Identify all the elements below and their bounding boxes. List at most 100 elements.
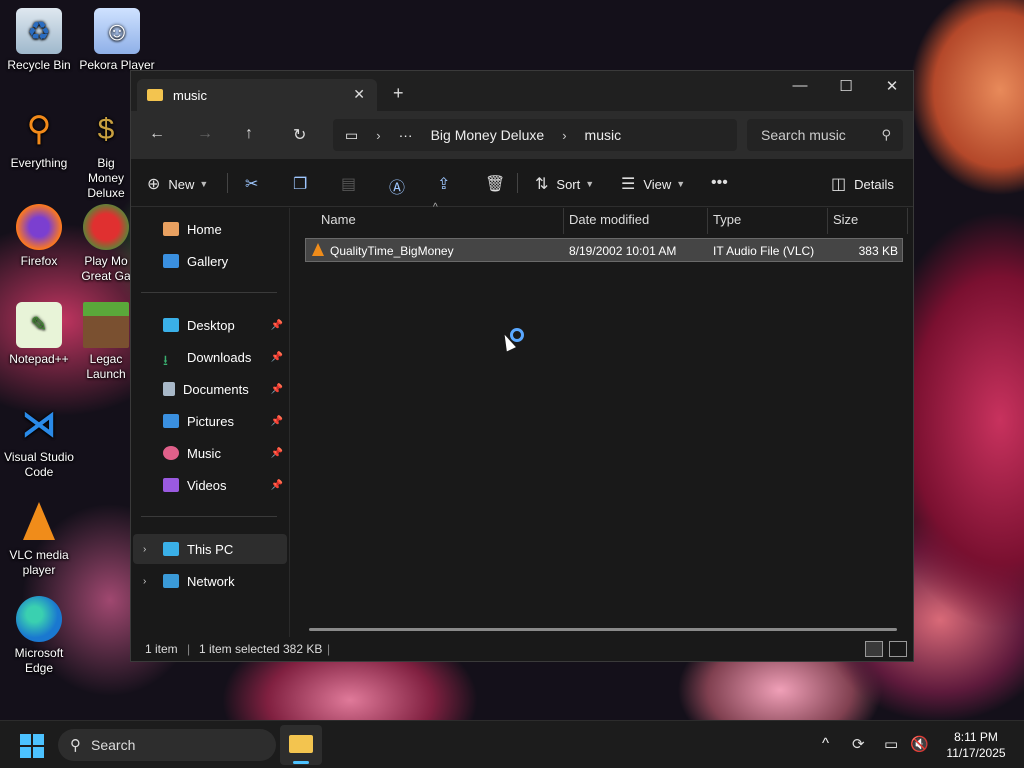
games-icon [83,204,129,250]
maximize-button[interactable]: ☐ [823,77,869,95]
navigation-pane: Home Gallery Desktop 📌 ⭳ Downloads 📌 Doc… [131,208,289,637]
sync-icon[interactable]: ⟳ [852,735,865,753]
pin-icon[interactable]: 📌 [271,320,283,331]
details-pane-icon: ◫ [831,176,847,193]
desktop-icon-pekora-player[interactable]: ☺ Pekora Player [79,8,155,73]
sidebar-item-network[interactable]: › Network [133,566,287,596]
pin-icon[interactable]: 📌 [271,416,283,427]
tab-title: music [173,87,207,103]
notepad-plus-plus-icon: ✎ [16,302,62,348]
new-button[interactable]: ⊕ New ▼ [147,174,208,194]
clipboard-icon: ▤ [341,176,357,193]
firefox-icon [16,204,62,250]
display-icon[interactable]: ▭ [884,735,898,753]
navigation-bar: ← → ↑ ↻ ▭ › ··· Big Money Deluxe › music… [131,111,913,159]
view-button[interactable]: ☰ View ▼ [621,174,685,194]
vlc-file-icon [312,243,324,256]
desktop-icon-recycle-bin[interactable]: ♻ Recycle Bin [1,8,77,73]
sidebar-item-desktop[interactable]: Desktop 📌 [133,310,287,340]
search-input[interactable]: Search music ⚲ [747,119,903,151]
back-button[interactable]: ← [149,125,165,143]
overflow-breadcrumb[interactable]: ··· [399,127,413,143]
column-header-type[interactable]: Type [713,212,741,227]
selected-count: 1 item selected [199,642,280,656]
paste-button[interactable]: ▤ [341,174,364,194]
sidebar-item-music[interactable]: Music 📌 [133,438,287,468]
close-window-button[interactable]: ✕ [869,77,915,95]
sidebar-item-home[interactable]: Home [133,214,287,244]
large-icons-view-button[interactable] [889,641,907,657]
start-button[interactable] [20,734,44,758]
share-icon: ⇪ [437,176,451,193]
desktop-icon-vlc[interactable]: VLC media player [1,498,77,578]
desktop-icon-legacy-launcher[interactable]: Legac Launch [79,302,133,382]
taskbar-file-explorer[interactable] [280,725,322,765]
sidebar-item-downloads[interactable]: ⭳ Downloads 📌 [133,342,287,372]
sort-button[interactable]: ⇅ Sort ▼ [535,174,594,194]
horizontal-scrollbar[interactable] [309,628,897,631]
pin-icon[interactable]: 📌 [271,480,283,491]
column-header-name[interactable]: Name [321,212,356,227]
desktop-icon-notepad-plus-plus[interactable]: ✎ Notepad++ [1,302,77,367]
file-row[interactable]: QualityTime_BigMoney 8/19/2002 10:01 AM … [305,238,903,262]
column-header-date[interactable]: Date modified [569,212,649,227]
copy-button[interactable]: ❐ [293,174,315,194]
sidebar-divider [141,292,277,293]
toolbar-divider [517,173,518,193]
sidebar-item-this-pc[interactable]: › This PC [133,534,287,564]
up-button[interactable]: ↑ [245,125,253,143]
taskbar-search-box[interactable]: ⚲ Search [58,729,276,761]
chevron-right-icon[interactable]: › [143,576,146,587]
column-divider[interactable] [827,208,828,234]
chevron-down-icon: ▼ [585,179,595,189]
selected-size: 382 KB [283,642,323,656]
column-divider[interactable] [707,208,708,234]
file-list: ^ Name Date modified Type Size QualityTi… [291,202,913,637]
delete-button[interactable]: 🗑 [485,174,513,194]
refresh-button[interactable]: ↻ [293,125,306,145]
pane-splitter[interactable] [289,208,290,637]
rename-button[interactable]: Ⓐ [389,174,413,198]
column-divider[interactable] [563,208,564,234]
sidebar-item-gallery[interactable]: Gallery [133,246,287,276]
minecraft-block-icon [83,302,129,348]
share-button[interactable]: ⇪ [437,174,458,194]
pin-icon[interactable]: 📌 [271,448,283,459]
column-header-size[interactable]: Size [833,212,858,227]
desktop-icon-firefox[interactable]: Firefox [1,204,77,269]
pin-icon[interactable]: 📌 [271,384,283,395]
breadcrumb-music[interactable]: music [585,127,622,143]
desktop-icon-vscode[interactable]: ⋊ Visual Studio Code [1,400,77,480]
desktop-icon-play-more-games[interactable]: Play Mo Great Ga [79,204,133,284]
recycle-bin-icon: ♻ [16,8,62,54]
chevron-right-icon: › [376,127,381,143]
cut-button[interactable]: ✂ [245,174,266,194]
forward-button[interactable]: → [197,125,213,143]
breadcrumb-big-money-deluxe[interactable]: Big Money Deluxe [431,127,545,143]
minimize-button[interactable]: — [777,77,823,94]
desktop-icon-big-money-deluxe[interactable]: $ Big Money Deluxe [79,106,133,201]
sidebar-item-documents[interactable]: Documents 📌 [133,374,287,404]
chevron-right-icon[interactable]: › [143,544,146,555]
show-hidden-icons-chevron-icon[interactable]: ^ [822,735,829,752]
new-tab-button[interactable]: + [393,83,404,104]
desktop-icon-everything[interactable]: ⚲ Everything [1,106,77,171]
status-divider: | [327,642,331,656]
more-options-button[interactable]: ••• [711,174,736,192]
tab-music[interactable]: music ✕ [137,79,377,111]
vlc-cone-icon [16,498,62,544]
monitor-icon[interactable]: ▭ [345,127,358,144]
column-divider[interactable] [907,208,908,234]
pekora-player-icon: ☺ [94,8,140,54]
pin-icon[interactable]: 📌 [271,352,283,363]
sidebar-item-videos[interactable]: Videos 📌 [133,470,287,500]
address-bar[interactable]: ▭ › ··· Big Money Deluxe › music [333,119,737,151]
details-pane-button[interactable]: ◫ Details [831,174,894,194]
close-tab-icon[interactable]: ✕ [353,86,365,103]
volume-muted-icon[interactable]: 🔇 [910,735,929,753]
clock[interactable]: 8:11 PM 11/17/2025 [940,729,1012,761]
sidebar-item-pictures[interactable]: Pictures 📌 [133,406,287,436]
chevron-right-icon: › [562,127,567,143]
desktop-icon-edge[interactable]: Microsoft Edge [1,596,77,676]
details-view-button[interactable] [865,641,883,657]
